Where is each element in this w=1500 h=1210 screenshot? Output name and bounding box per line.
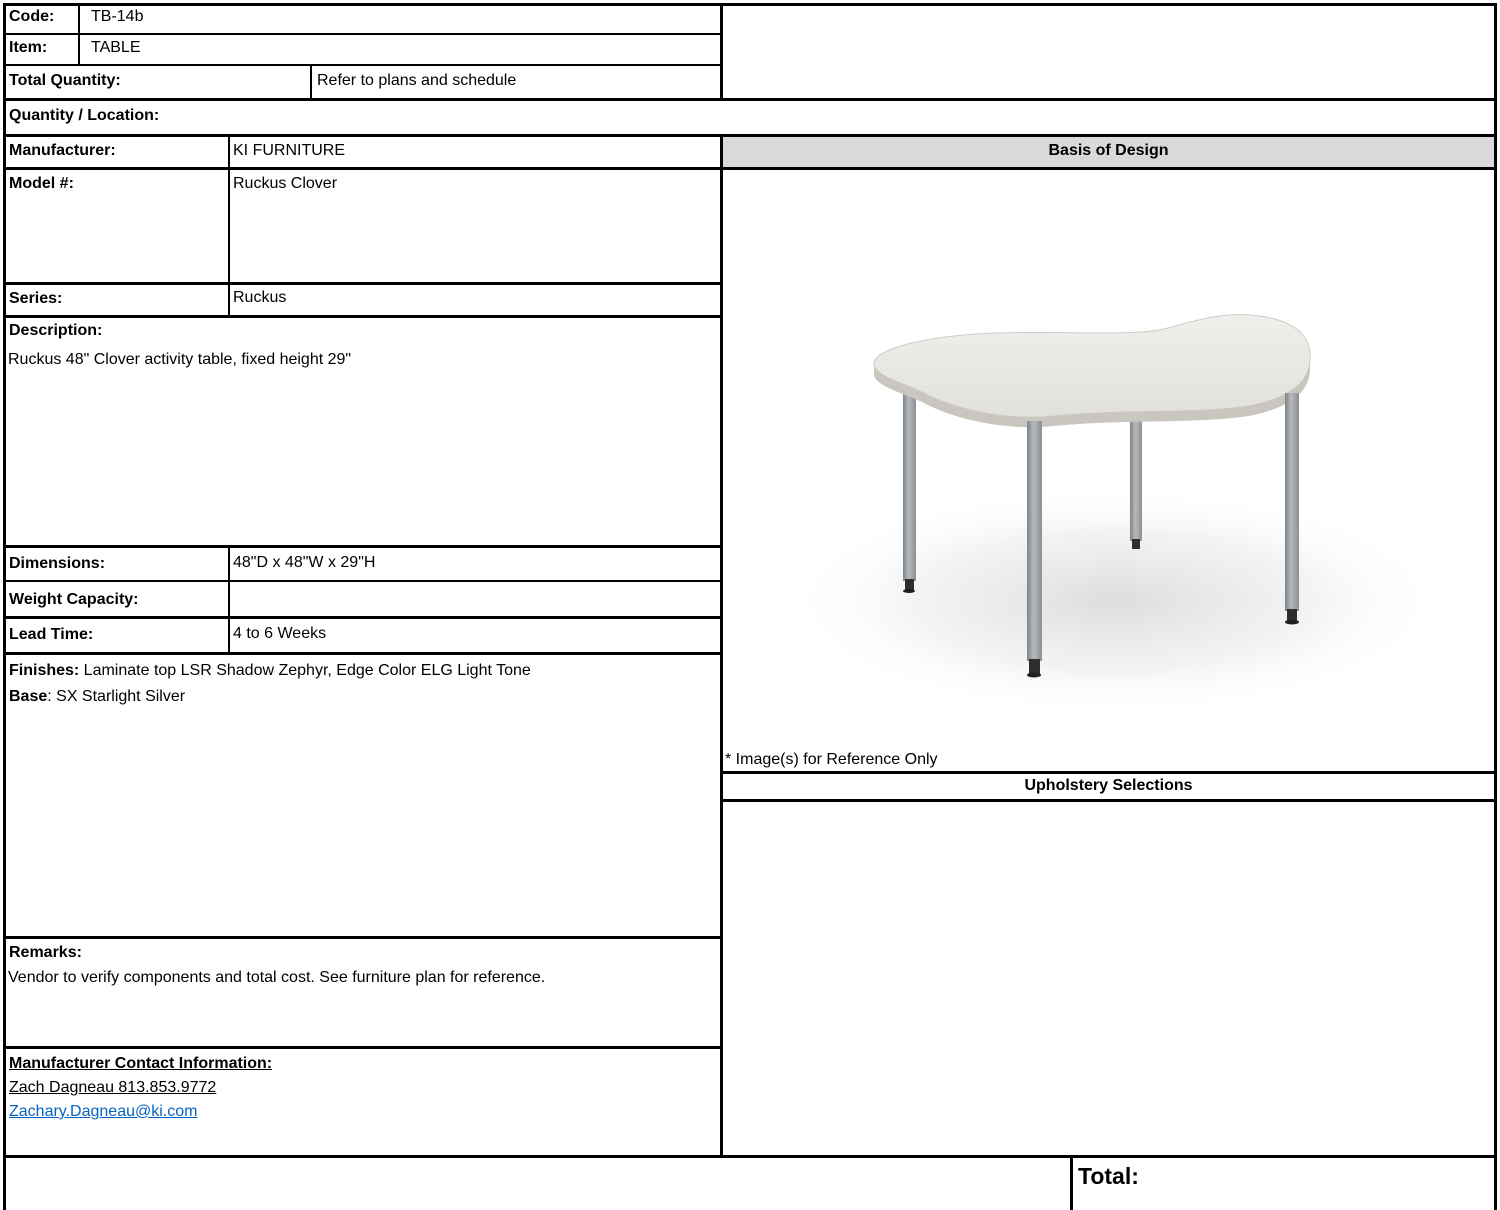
series-label: Series: — [9, 290, 63, 307]
dimensions-value: 48"D x 48"W x 29"H — [233, 554, 376, 571]
finishes-value: Laminate top LSR Shadow Zephyr, Edge Col… — [79, 662, 531, 679]
code-label: Code: — [9, 8, 55, 25]
finishes-label: Finishes: — [9, 662, 80, 679]
table-leg-back-right — [1130, 401, 1142, 549]
image-reference-note: * Image(s) for Reference Only — [725, 751, 938, 768]
total-label: Total: — [1078, 1163, 1139, 1189]
basis-of-design-header: Basis of Design — [1048, 142, 1169, 159]
dimensions-label: Dimensions: — [9, 555, 106, 572]
base-value: : SX Starlight Silver — [47, 688, 186, 705]
remarks-value: Vendor to verify components and total co… — [8, 969, 546, 986]
manufacturer-value: KI FURNITURE — [233, 142, 345, 159]
quantity-location-label: Quantity / Location: — [9, 107, 160, 124]
table-leg-back-left — [903, 381, 916, 593]
item-value: TABLE — [91, 39, 141, 56]
base-line: Base: SX Starlight Silver — [9, 687, 185, 706]
finishes-line: Finishes: Laminate top LSR Shadow Zephyr… — [9, 661, 531, 680]
total-quantity-label: Total Quantity: — [9, 72, 121, 89]
contact-info-label: Manufacturer Contact Information: — [9, 1055, 273, 1072]
model-value: Ruckus Clover — [233, 175, 338, 192]
lead-time-value: 4 to 6 Weeks — [233, 625, 327, 642]
code-value: TB-14b — [91, 8, 144, 25]
description-label: Description: — [9, 322, 103, 339]
table-leg-front-left — [1027, 421, 1042, 678]
description-value: Ruckus 48" Clover activity table, fixed … — [8, 351, 352, 368]
series-value: Ruckus — [233, 289, 287, 306]
model-label: Model #: — [9, 175, 74, 192]
item-label: Item: — [9, 39, 48, 56]
remarks-label: Remarks: — [9, 944, 82, 961]
upholstery-selections-header: Upholstery Selections — [1024, 777, 1193, 794]
table-top — [873, 314, 1311, 428]
product-image — [784, 314, 1444, 716]
lead-time-label: Lead Time: — [9, 626, 94, 643]
manufacturer-label: Manufacturer: — [9, 142, 116, 159]
contact-name-phone: Zach Dagneau 813.853.9772 — [9, 1079, 217, 1096]
total-quantity-value: Refer to plans and schedule — [317, 72, 517, 89]
table-leg-front-right — [1285, 393, 1299, 625]
contact-email-link[interactable]: Zachary.Dagneau@ki.com — [9, 1102, 197, 1121]
base-label: Base — [9, 688, 48, 705]
weight-capacity-label: Weight Capacity: — [9, 591, 139, 608]
floor-shadow — [784, 486, 1444, 716]
